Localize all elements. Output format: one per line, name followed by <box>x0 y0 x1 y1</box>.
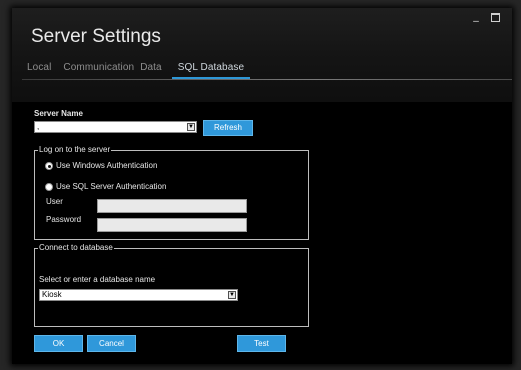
refresh-button[interactable]: Refresh <box>203 120 253 136</box>
sql-auth-label[interactable]: Use SQL Server Authentication <box>56 182 166 191</box>
password-input[interactable] <box>97 218 247 232</box>
chevron-down-icon[interactable]: ▼ <box>187 123 195 131</box>
server-settings-window: Server Settings _ Local Communication Da… <box>12 8 512 364</box>
minimize-button[interactable]: _ <box>471 10 481 22</box>
logon-group-legend: Log on to the server <box>38 145 112 154</box>
database-name-value: Kiosk <box>42 290 62 299</box>
window-controls: _ <box>471 10 500 22</box>
logon-group: Log on to the server Use Windows Authent… <box>34 145 309 240</box>
server-name-combobox[interactable]: , ▼ <box>34 121 197 133</box>
cancel-button[interactable]: Cancel <box>87 335 136 352</box>
chevron-down-icon[interactable]: ▼ <box>228 291 236 299</box>
tab-communication[interactable]: Communication <box>57 62 138 79</box>
tab-data[interactable]: Data <box>138 62 172 79</box>
server-name-value: , <box>37 122 40 131</box>
settings-tabs: Local Communication Data SQL Database <box>21 62 251 79</box>
maximize-button[interactable] <box>491 13 500 22</box>
database-group-legend: Connect to database <box>38 243 114 252</box>
tab-divider <box>22 79 512 80</box>
windows-auth-radio[interactable] <box>45 162 53 170</box>
sql-auth-radio[interactable] <box>45 183 53 191</box>
database-group: Connect to database Select or enter a da… <box>34 243 309 327</box>
windows-auth-label[interactable]: Use Windows Authentication <box>56 161 157 170</box>
database-prompt-label: Select or enter a database name <box>39 275 156 284</box>
window-title: Server Settings <box>31 26 161 47</box>
window-header: Server Settings _ Local Communication Da… <box>12 8 512 108</box>
database-name-combobox[interactable]: Kiosk ▼ <box>39 289 238 301</box>
user-input[interactable] <box>97 199 247 213</box>
tab-local[interactable]: Local <box>21 62 57 79</box>
password-label: Password <box>46 215 82 224</box>
tab-sql-database[interactable]: SQL Database <box>171 62 251 79</box>
ok-button[interactable]: OK <box>34 335 83 352</box>
server-name-label: Server Name <box>34 109 83 118</box>
sql-database-panel: Server Name , ▼ Refresh Log on to the se… <box>12 102 512 364</box>
user-label: User <box>46 197 63 206</box>
test-button[interactable]: Test <box>237 335 286 352</box>
